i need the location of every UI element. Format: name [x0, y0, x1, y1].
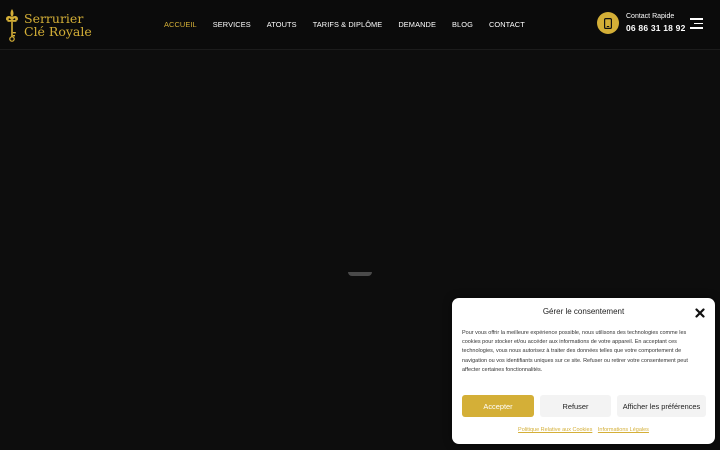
fleur-de-lis-key-icon [6, 9, 18, 42]
consent-message: Pour vous offrir la meilleure expérience… [462, 330, 688, 373]
cookie-consent-dialog: Gérer le consentement Pour vous offrir l… [452, 298, 715, 444]
consent-title: Gérer le consentement [542, 307, 625, 316]
consent-links: Politique Relative aux Cookies Informati… [452, 427, 715, 433]
accept-button[interactable]: Accepter [462, 395, 534, 417]
logo-line-2: Clé Royale [24, 24, 92, 39]
nav-item-atouts[interactable]: ATOUTS [267, 20, 297, 29]
contact-phone-number[interactable]: 06 86 31 18 92 [626, 23, 686, 33]
close-icon[interactable] [695, 308, 705, 318]
nav-item-contact[interactable]: CONTACT [489, 20, 525, 29]
nav-item-blog[interactable]: BLOG [452, 20, 473, 29]
nav-item-tarifs-diplome[interactable]: TARIFS & DIPLÔME [313, 20, 383, 29]
loading-indicator [348, 272, 372, 276]
site-header: Serrurier Clé Royale ACCUEIL SERVICES AT… [0, 0, 720, 50]
preferences-button[interactable]: Afficher les préférences [617, 395, 706, 417]
site-logo[interactable]: Serrurier Clé Royale [4, 7, 92, 43]
logo-text: Serrurier Clé Royale [24, 12, 92, 38]
hamburger-menu-icon[interactable] [690, 18, 703, 31]
phone-icon [604, 17, 612, 29]
refuse-button[interactable]: Refuser [540, 395, 611, 417]
nav-item-accueil[interactable]: ACCUEIL [164, 20, 197, 29]
nav-item-services[interactable]: SERVICES [213, 20, 251, 29]
nav-item-demande[interactable]: DEMANDE [398, 20, 436, 29]
contact-phone-button[interactable] [597, 12, 619, 34]
legal-info-link[interactable]: Informations Légales [598, 427, 649, 433]
contact-label: Contact Rapide [626, 13, 675, 20]
main-nav: ACCUEIL SERVICES ATOUTS TARIFS & DIPLÔME… [164, 20, 541, 29]
cookie-policy-link[interactable]: Politique Relative aux Cookies [518, 427, 592, 433]
contact-info[interactable]: Contact Rapide 06 86 31 18 92 [626, 13, 686, 33]
